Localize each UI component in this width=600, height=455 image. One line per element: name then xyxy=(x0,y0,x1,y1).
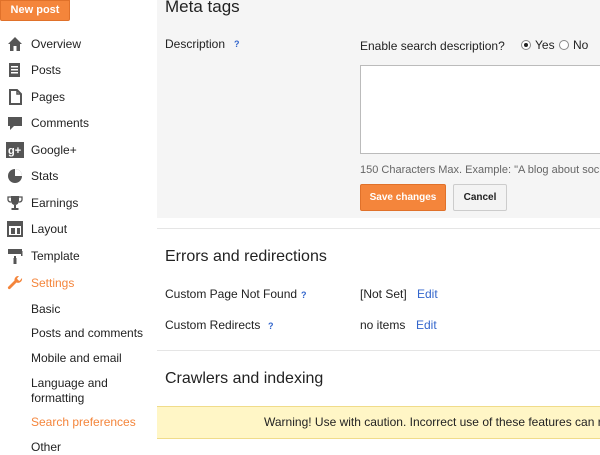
sidebar-item-comments[interactable]: Comments xyxy=(0,110,150,136)
layout-icon xyxy=(6,220,24,238)
sidebar-item-label: Posts xyxy=(31,63,62,77)
sidebar-item-posts[interactable]: Posts xyxy=(0,57,150,83)
trophy-icon xyxy=(6,194,24,212)
posts-icon xyxy=(6,61,24,79)
sidebar-item-template[interactable]: Template xyxy=(0,243,150,269)
sidebar-item-label: Settings xyxy=(31,276,75,290)
custom-page-not-found-label: Custom Page Not Found xyxy=(165,287,298,301)
sidebar-item-label: Pages xyxy=(31,90,66,104)
pages-icon xyxy=(6,88,24,106)
sidebar-item-overview[interactable]: Overview xyxy=(0,31,150,57)
home-icon xyxy=(6,35,24,53)
sidebar-item-label: Stats xyxy=(31,169,59,183)
custom-redirects-help-icon[interactable]: ? xyxy=(268,321,274,331)
sidebar-item-label: Google+ xyxy=(31,143,77,157)
sidebar-item-pages[interactable]: Pages xyxy=(0,84,150,110)
sidebar-subitem-posts-and-comments[interactable]: Posts and comments xyxy=(31,326,143,340)
sidebar-subitem-language-and-formatting-line2[interactable]: formatting xyxy=(31,391,84,405)
description-label: Description xyxy=(165,37,226,51)
search-description-textarea[interactable] xyxy=(360,65,600,154)
sidebar-item-label: Comments xyxy=(31,116,90,130)
errors-heading: Errors and redirections xyxy=(165,248,327,265)
wrench-icon xyxy=(6,274,24,292)
enable-search-description-label: Enable search description? xyxy=(360,39,505,53)
sidebar-subitem-other[interactable]: Other xyxy=(31,440,61,454)
sidebar-item-label: Template xyxy=(31,249,80,263)
main-panel: Meta tags Description ? Enable search de… xyxy=(157,0,600,455)
no-radio-label: No xyxy=(573,38,589,52)
warning-banner: Warning! Use with caution. Incorrect use… xyxy=(157,406,600,439)
divider xyxy=(157,350,600,351)
sidebar-subitem-basic[interactable]: Basic xyxy=(31,302,60,316)
meta-tags-heading: Meta tags xyxy=(165,0,240,16)
sidebar-item-label: Earnings xyxy=(31,196,79,210)
sidebar-item-earnings[interactable]: Earnings xyxy=(0,190,150,216)
sidebar-item-label: Layout xyxy=(31,222,68,236)
yes-radio-label: Yes xyxy=(535,38,555,52)
divider xyxy=(157,228,600,229)
stats-icon xyxy=(6,167,24,185)
sidebar-item-label: Overview xyxy=(31,37,82,51)
meta-tags-section: Meta tags Description ? Enable search de… xyxy=(157,0,600,218)
cancel-button[interactable]: Cancel xyxy=(453,184,507,211)
save-changes-button[interactable]: Save changes xyxy=(360,184,446,211)
custom-page-not-found-edit-link[interactable]: Edit xyxy=(417,287,438,301)
sidebar-item-stats[interactable]: Stats xyxy=(0,163,150,189)
sidebar-item-google-plus[interactable]: g+ Google+ xyxy=(0,137,150,163)
svg-text:g+: g+ xyxy=(8,145,21,157)
google-plus-icon: g+ xyxy=(6,141,24,159)
sidebar-item-layout[interactable]: Layout xyxy=(0,216,150,242)
description-help-icon[interactable]: ? xyxy=(234,39,240,49)
description-hint: 150 Characters Max. Example: "A blog abo… xyxy=(360,164,600,176)
sidebar: New post Overview Posts Pages Comments g… xyxy=(0,0,150,455)
custom-redirects-value: no items xyxy=(360,318,406,332)
new-post-button[interactable]: New post xyxy=(0,0,70,21)
sidebar-subitem-search-preferences[interactable]: Search preferences xyxy=(31,415,136,429)
sidebar-subitem-language-and-formatting[interactable]: Language and xyxy=(31,376,108,390)
sidebar-subitem-mobile-and-email[interactable]: Mobile and email xyxy=(31,351,122,365)
no-radio[interactable] xyxy=(559,40,569,50)
custom-page-not-found-value: [Not Set] xyxy=(360,287,407,301)
template-icon xyxy=(6,247,24,265)
custom-page-not-found-help-icon[interactable]: ? xyxy=(301,290,307,300)
custom-redirects-edit-link[interactable]: Edit xyxy=(416,318,437,332)
comments-icon xyxy=(6,114,24,132)
yes-radio[interactable] xyxy=(521,40,531,50)
sidebar-item-settings[interactable]: Settings xyxy=(0,270,150,296)
crawlers-heading: Crawlers and indexing xyxy=(165,370,324,387)
custom-redirects-label: Custom Redirects xyxy=(165,318,261,332)
